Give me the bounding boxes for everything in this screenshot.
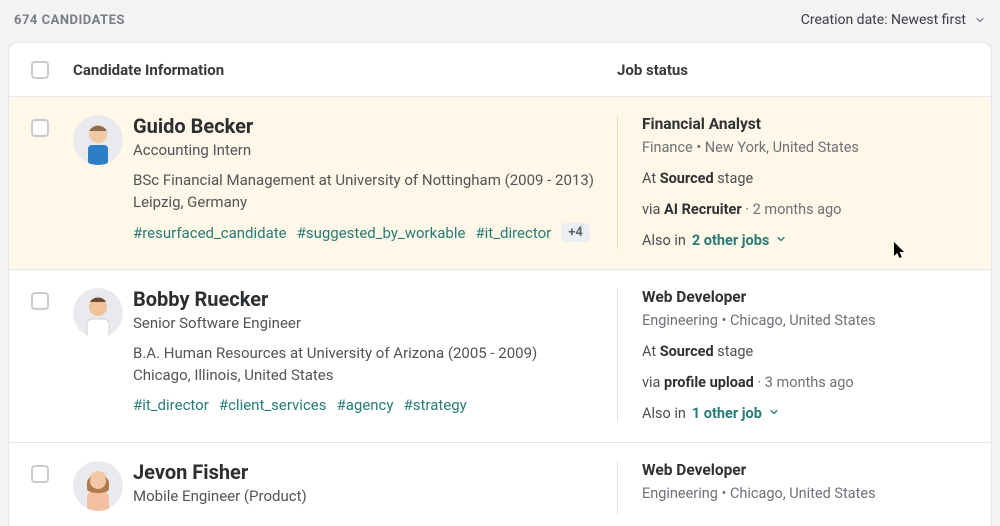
job-status: Web Developer Engineering • Chicago, Uni… bbox=[617, 461, 969, 515]
also-prefix: Also in bbox=[642, 232, 686, 249]
stage-prefix: At bbox=[642, 170, 660, 187]
job-title: Web Developer bbox=[642, 461, 969, 479]
via-time: · 3 months ago bbox=[754, 374, 854, 391]
sort-label: Creation date: Newest first bbox=[801, 12, 966, 28]
tag[interactable]: #strategy bbox=[404, 396, 467, 414]
more-tags-badge[interactable]: +4 bbox=[561, 223, 590, 242]
sort-dropdown[interactable]: Creation date: Newest first bbox=[801, 12, 986, 28]
tag[interactable]: #suggested_by_workable bbox=[297, 224, 466, 242]
candidate-count: 674 CANDIDATES bbox=[14, 13, 125, 28]
candidate-tags: #it_director #client_services #agency #s… bbox=[133, 396, 597, 414]
avatar-cell bbox=[73, 461, 133, 515]
row-checkbox[interactable] bbox=[31, 292, 49, 310]
select-all-cell bbox=[31, 61, 73, 79]
column-job-status: Job status bbox=[617, 61, 969, 79]
candidate-tags: #resurfaced_candidate #suggested_by_work… bbox=[133, 223, 597, 242]
tag[interactable]: #it_director bbox=[133, 396, 209, 414]
via-prefix: via bbox=[642, 374, 664, 391]
stage-name: Sourced bbox=[660, 170, 714, 187]
candidate-name[interactable]: Jevon Fisher bbox=[133, 461, 597, 483]
row-checkbox[interactable] bbox=[31, 465, 49, 483]
job-title: Financial Analyst bbox=[642, 115, 969, 133]
candidate-name[interactable]: Bobby Ruecker bbox=[133, 288, 597, 310]
candidate-title: Accounting Intern bbox=[133, 141, 597, 159]
chevron-down-icon bbox=[775, 232, 787, 249]
row-checkbox[interactable] bbox=[31, 119, 49, 137]
select-all-checkbox[interactable] bbox=[31, 61, 49, 79]
avatar-cell bbox=[73, 115, 133, 249]
job-status: Web Developer Engineering • Chicago, Uni… bbox=[617, 288, 969, 422]
via-source: profile upload bbox=[664, 374, 754, 391]
also-prefix: Also in bbox=[642, 405, 686, 422]
via-source: AI Recruiter bbox=[664, 201, 742, 218]
also-in-jobs[interactable]: Also in 2 other jobs bbox=[642, 232, 969, 249]
avatar-cell bbox=[73, 288, 133, 422]
tag[interactable]: #resurfaced_candidate bbox=[133, 224, 287, 242]
via-time: · 2 months ago bbox=[742, 201, 842, 218]
job-meta: Engineering • Chicago, United States bbox=[642, 312, 969, 329]
row-select-cell bbox=[31, 461, 73, 515]
candidate-info: Jevon Fisher Mobile Engineer (Product) bbox=[133, 461, 617, 515]
tag[interactable]: #agency bbox=[337, 396, 394, 414]
also-in-jobs[interactable]: Also in 1 other job bbox=[642, 405, 969, 422]
candidate-title: Mobile Engineer (Product) bbox=[133, 487, 597, 505]
table-header-row: Candidate Information Job status bbox=[9, 43, 991, 97]
avatar bbox=[73, 288, 123, 338]
tag[interactable]: #it_director bbox=[475, 224, 551, 242]
chevron-down-icon bbox=[768, 405, 780, 422]
row-select-cell bbox=[31, 115, 73, 249]
via-prefix: via bbox=[642, 201, 664, 218]
chevron-down-icon bbox=[974, 14, 986, 26]
table-row[interactable]: Bobby Ruecker Senior Software Engineer B… bbox=[9, 270, 991, 443]
job-status: Financial Analyst Finance • New York, Un… bbox=[617, 115, 969, 249]
avatar bbox=[73, 461, 123, 511]
column-candidate-info: Candidate Information bbox=[73, 61, 617, 79]
list-header: 674 CANDIDATES Creation date: Newest fir… bbox=[0, 4, 1000, 36]
candidate-info: Bobby Ruecker Senior Software Engineer B… bbox=[133, 288, 617, 422]
stage-suffix: stage bbox=[714, 170, 754, 187]
candidate-name[interactable]: Guido Becker bbox=[133, 115, 597, 137]
job-stage: At Sourced stage bbox=[642, 170, 969, 187]
job-meta: Engineering • Chicago, United States bbox=[642, 485, 969, 502]
candidate-location: Leipzig, Germany bbox=[133, 193, 597, 211]
table-row[interactable]: Guido Becker Accounting Intern BSc Finan… bbox=[9, 97, 991, 270]
candidate-info: Guido Becker Accounting Intern BSc Finan… bbox=[133, 115, 617, 249]
candidate-location: Chicago, Illinois, United States bbox=[133, 366, 597, 384]
candidates-page: 674 CANDIDATES Creation date: Newest fir… bbox=[0, 0, 1000, 526]
job-title: Web Developer bbox=[642, 288, 969, 306]
also-link: 2 other jobs bbox=[692, 232, 769, 249]
candidates-table: Candidate Information Job status Guido B… bbox=[8, 42, 992, 526]
stage-suffix: stage bbox=[714, 343, 754, 360]
also-link: 1 other job bbox=[692, 405, 762, 422]
tag[interactable]: #client_services bbox=[219, 396, 327, 414]
candidate-education: BSc Financial Management at University o… bbox=[133, 171, 597, 189]
job-stage: At Sourced stage bbox=[642, 343, 969, 360]
row-select-cell bbox=[31, 288, 73, 422]
candidate-title: Senior Software Engineer bbox=[133, 314, 597, 332]
table-row[interactable]: Jevon Fisher Mobile Engineer (Product) W… bbox=[9, 443, 991, 526]
job-source: via AI Recruiter · 2 months ago bbox=[642, 201, 969, 218]
stage-prefix: At bbox=[642, 343, 660, 360]
job-source: via profile upload · 3 months ago bbox=[642, 374, 969, 391]
stage-name: Sourced bbox=[660, 343, 714, 360]
avatar bbox=[73, 115, 123, 165]
candidate-education: B.A. Human Resources at University of Ar… bbox=[133, 344, 597, 362]
job-meta: Finance • New York, United States bbox=[642, 139, 969, 156]
